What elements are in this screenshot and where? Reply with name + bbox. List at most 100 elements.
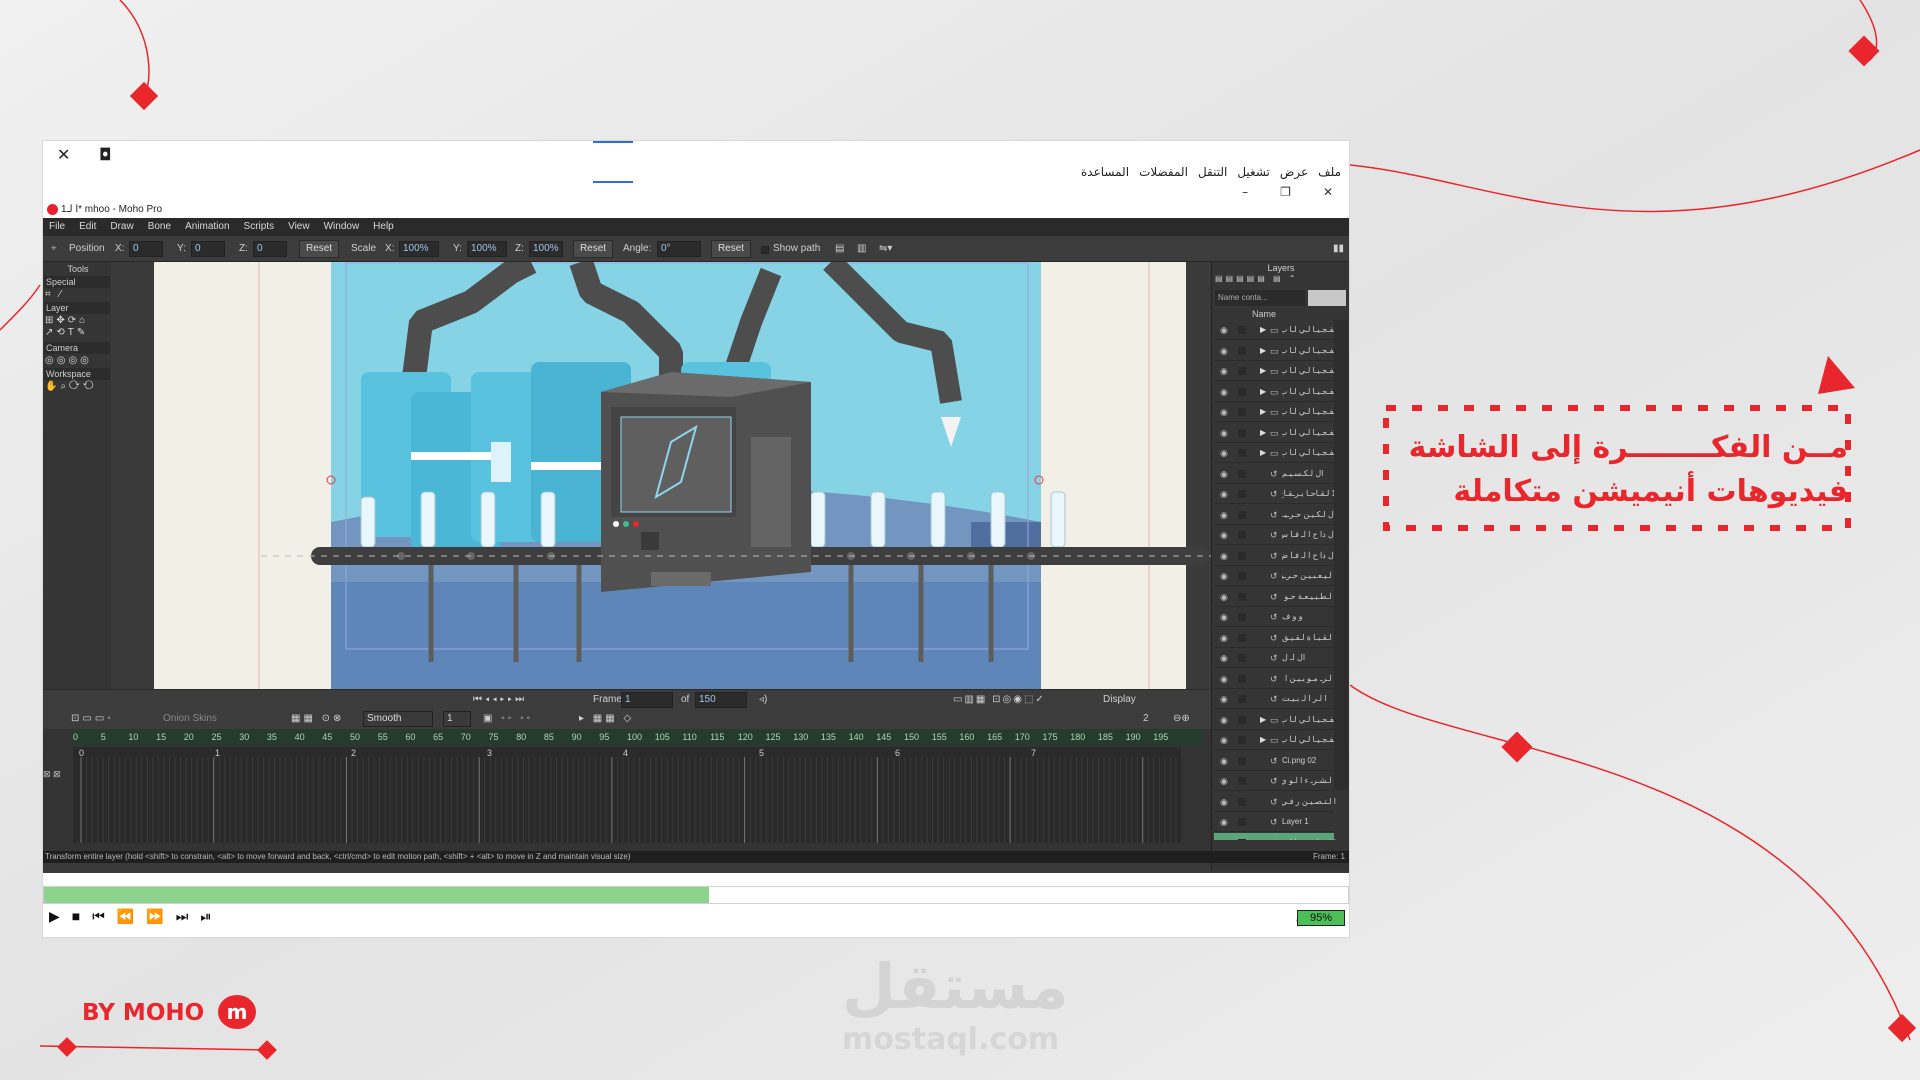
expand-arrow-icon[interactable]: ▶ (1260, 443, 1266, 463)
frame-field[interactable]: 1 (621, 692, 673, 708)
layer-checkbox[interactable] (1238, 838, 1246, 840)
layer-row[interactable]: ◉ ▶ ▭ ـفـجـيـا لـي لـا ب (1214, 320, 1336, 340)
zoom-level-badge[interactable]: 95% (1297, 910, 1345, 926)
position-y-field[interactable]: 0 (191, 241, 225, 257)
visibility-eye-icon[interactable]: ◉ (1220, 628, 1228, 648)
visibility-eye-icon[interactable]: ◉ (1220, 525, 1228, 545)
menu-bone[interactable]: Bone (148, 218, 171, 236)
layer-checkbox[interactable] (1238, 613, 1246, 621)
layer-row[interactable]: ◉ ↺ 02 Ci.png (1214, 751, 1334, 771)
menu-edit[interactable]: Edit (79, 218, 96, 236)
layer-checkbox[interactable] (1238, 387, 1246, 396)
menu-draw[interactable]: Draw (110, 218, 133, 236)
menu-view[interactable]: View (288, 218, 310, 236)
layer-checkbox[interactable] (1238, 756, 1246, 765)
special-tool-icons[interactable]: ⌗ ⁄ (45, 289, 64, 301)
expand-arrow-icon[interactable]: ▶ (1260, 402, 1266, 422)
layer-row[interactable]: ◉ ↺ ا لـشـرـ ء ا لـو ي (1214, 771, 1336, 791)
visibility-eye-icon[interactable]: ◉ (1220, 464, 1228, 484)
interpolation-dropdown[interactable]: Smooth (363, 711, 433, 727)
visibility-eye-icon[interactable]: ◉ (1220, 320, 1228, 340)
layer-row[interactable]: ◉ ▶ ▭ ـفـجـيـا لـي لـا ب (1214, 341, 1336, 361)
layer-checkbox[interactable] (1238, 715, 1246, 724)
visibility-eye-icon[interactable]: ◉ (1220, 361, 1228, 381)
menu-window[interactable]: Window (324, 218, 360, 236)
menu-navigate[interactable]: التنقل (1198, 165, 1227, 179)
layer-row[interactable]: ◉ ↺ ال دا ح ا لـ فـا س (1214, 525, 1336, 545)
play-icon[interactable]: ▶ (49, 908, 60, 925)
close-icon[interactable]: ✕ (1323, 185, 1333, 199)
layers-scrollbar[interactable] (1334, 320, 1348, 790)
visibility-eye-icon[interactable]: ◉ (1220, 812, 1228, 832)
layer-row[interactable]: ◉ ↺ ا لـيـعـبـيـن حـرـيـط (1214, 566, 1336, 586)
menu-view[interactable]: عرض (1280, 165, 1308, 179)
layer-tool-icons-2[interactable]: ↗⟲T✎ (45, 327, 88, 339)
canvas-viewport[interactable] (111, 262, 1211, 689)
layer-row[interactable]: ◉ ↺ ا لـخـلـفـيـة ا لـسـمـاء (1214, 832, 1336, 841)
copy-icon[interactable]: ▥ (857, 241, 866, 257)
audio-icon[interactable]: ◃) (759, 692, 767, 708)
menu-scripts[interactable]: Scripts (244, 218, 275, 236)
layer-checkbox[interactable] (1238, 408, 1246, 416)
layer-checkbox[interactable] (1238, 551, 1246, 560)
visibility-eye-icon[interactable]: ◉ (1220, 382, 1228, 402)
zoom-icons[interactable]: ⊖⊕ (1173, 711, 1190, 727)
rewind-icon[interactable]: ⏪ (117, 908, 134, 925)
layer-checkbox[interactable] (1238, 674, 1246, 683)
reset-scale-button[interactable]: Reset (573, 240, 613, 258)
layer-row[interactable]: ◉ ▶ ▭ ـفـجـيـا لـي لـا ب (1214, 710, 1336, 730)
visibility-eye-icon[interactable]: ◉ (1220, 443, 1228, 463)
close-icon[interactable]: ✕ (57, 145, 70, 164)
timeline-zoom[interactable]: 2 (1143, 711, 1149, 727)
frame-step-icon[interactable]: ⏯ (200, 908, 211, 925)
reset-angle-button[interactable]: Reset (711, 240, 751, 258)
layer-row[interactable]: ◉ ↺ ا لـرـ مـو يـيـن ا لـ (1214, 669, 1336, 689)
layer-checkbox[interactable] (1238, 326, 1246, 334)
end-frame-field[interactable]: 150 (695, 692, 747, 708)
visibility-eye-icon[interactable]: ◉ (1220, 505, 1228, 525)
layer-row[interactable]: ◉ ↺ ال دا ح ا لـ فـا ض (1214, 546, 1336, 566)
frame-ruler[interactable]: 0 5 10 15 20 25 30 35 40 45 50 55 60 65 70 75 80 85 90 95 10… (73, 729, 1203, 745)
flip-icon[interactable]: ⇋▾ (879, 241, 892, 257)
layer-checkbox[interactable] (1238, 531, 1246, 539)
layer-checkbox[interactable] (1238, 797, 1246, 806)
layer-search-input[interactable]: Name conta... (1215, 290, 1305, 306)
visibility-eye-icon[interactable]: ◉ (1220, 771, 1228, 791)
visibility-eye-icon[interactable]: ◉ (1220, 710, 1228, 730)
visibility-eye-icon[interactable]: ◉ (1220, 833, 1228, 841)
playback-controls-icon[interactable]: ⏮◂◂▸▸⏭ (473, 692, 527, 708)
view-mode-icons[interactable]: ▭▥▦ ⊡◎◉⬚✓ (953, 692, 1046, 708)
layer-row[interactable]: ◉ ▶ ▭ ـفـجـيـا لـي لـا ب (1214, 443, 1336, 463)
panel-toggle-icon[interactable]: ▮▮ (1333, 241, 1344, 257)
expand-arrow-icon[interactable]: ▶ (1260, 730, 1266, 750)
visibility-eye-icon[interactable]: ◉ (1220, 566, 1228, 586)
workspace-tool-icons[interactable]: ✋⌕⟳⟲ (45, 381, 97, 393)
visibility-eye-icon[interactable]: ◉ (1220, 669, 1228, 689)
layer-row[interactable]: ◉ ↺ Layer 1 (1214, 812, 1334, 832)
visibility-eye-icon[interactable]: ◉ (1220, 607, 1228, 627)
menu-play[interactable]: تشغيل (1237, 165, 1270, 179)
visibility-eye-icon[interactable]: ◉ (1220, 792, 1228, 812)
visibility-eye-icon[interactable]: ◉ (1220, 730, 1228, 750)
layer-checkbox[interactable] (1238, 469, 1246, 478)
scale-x-field[interactable]: 100% (399, 241, 439, 257)
position-z-field[interactable]: 0 (253, 241, 287, 257)
layer-row[interactable]: ◉ ▶ ▭ ـفـجـيـا لـي لـا ب (1214, 361, 1336, 381)
menu-file[interactable]: File (49, 218, 65, 236)
interpolation-step[interactable]: 1 (443, 711, 471, 727)
layer-row[interactable]: ◉ ↺ ا لـر ا لـ بـيـت (1214, 689, 1334, 709)
expand-arrow-icon[interactable]: ▶ (1260, 361, 1266, 381)
expand-arrow-icon[interactable]: ▶ (1260, 382, 1266, 402)
layer-checkbox[interactable] (1238, 654, 1246, 662)
layer-row[interactable]: ◉ ↺ ال لـ ل (1214, 648, 1334, 668)
restore-icon[interactable]: ◘ (99, 145, 112, 164)
layer-row[interactable]: ◉ ▶ ▭ ـفـجـيـا لـي لـا ب (1214, 382, 1336, 402)
visibility-eye-icon[interactable]: ◉ (1220, 423, 1228, 443)
sequencer-icons[interactable]: ▸ ▦▦ ◇ (579, 711, 634, 727)
menu-animation[interactable]: Animation (185, 218, 229, 236)
visibility-eye-icon[interactable]: ◉ (1220, 402, 1228, 422)
layer-checkbox[interactable] (1238, 428, 1246, 437)
layer-row[interactable]: ◉ ↺ ال لـكـسـيـم (1214, 464, 1334, 484)
layer-checkbox[interactable] (1238, 777, 1246, 785)
angle-field[interactable]: 0° (657, 241, 701, 257)
